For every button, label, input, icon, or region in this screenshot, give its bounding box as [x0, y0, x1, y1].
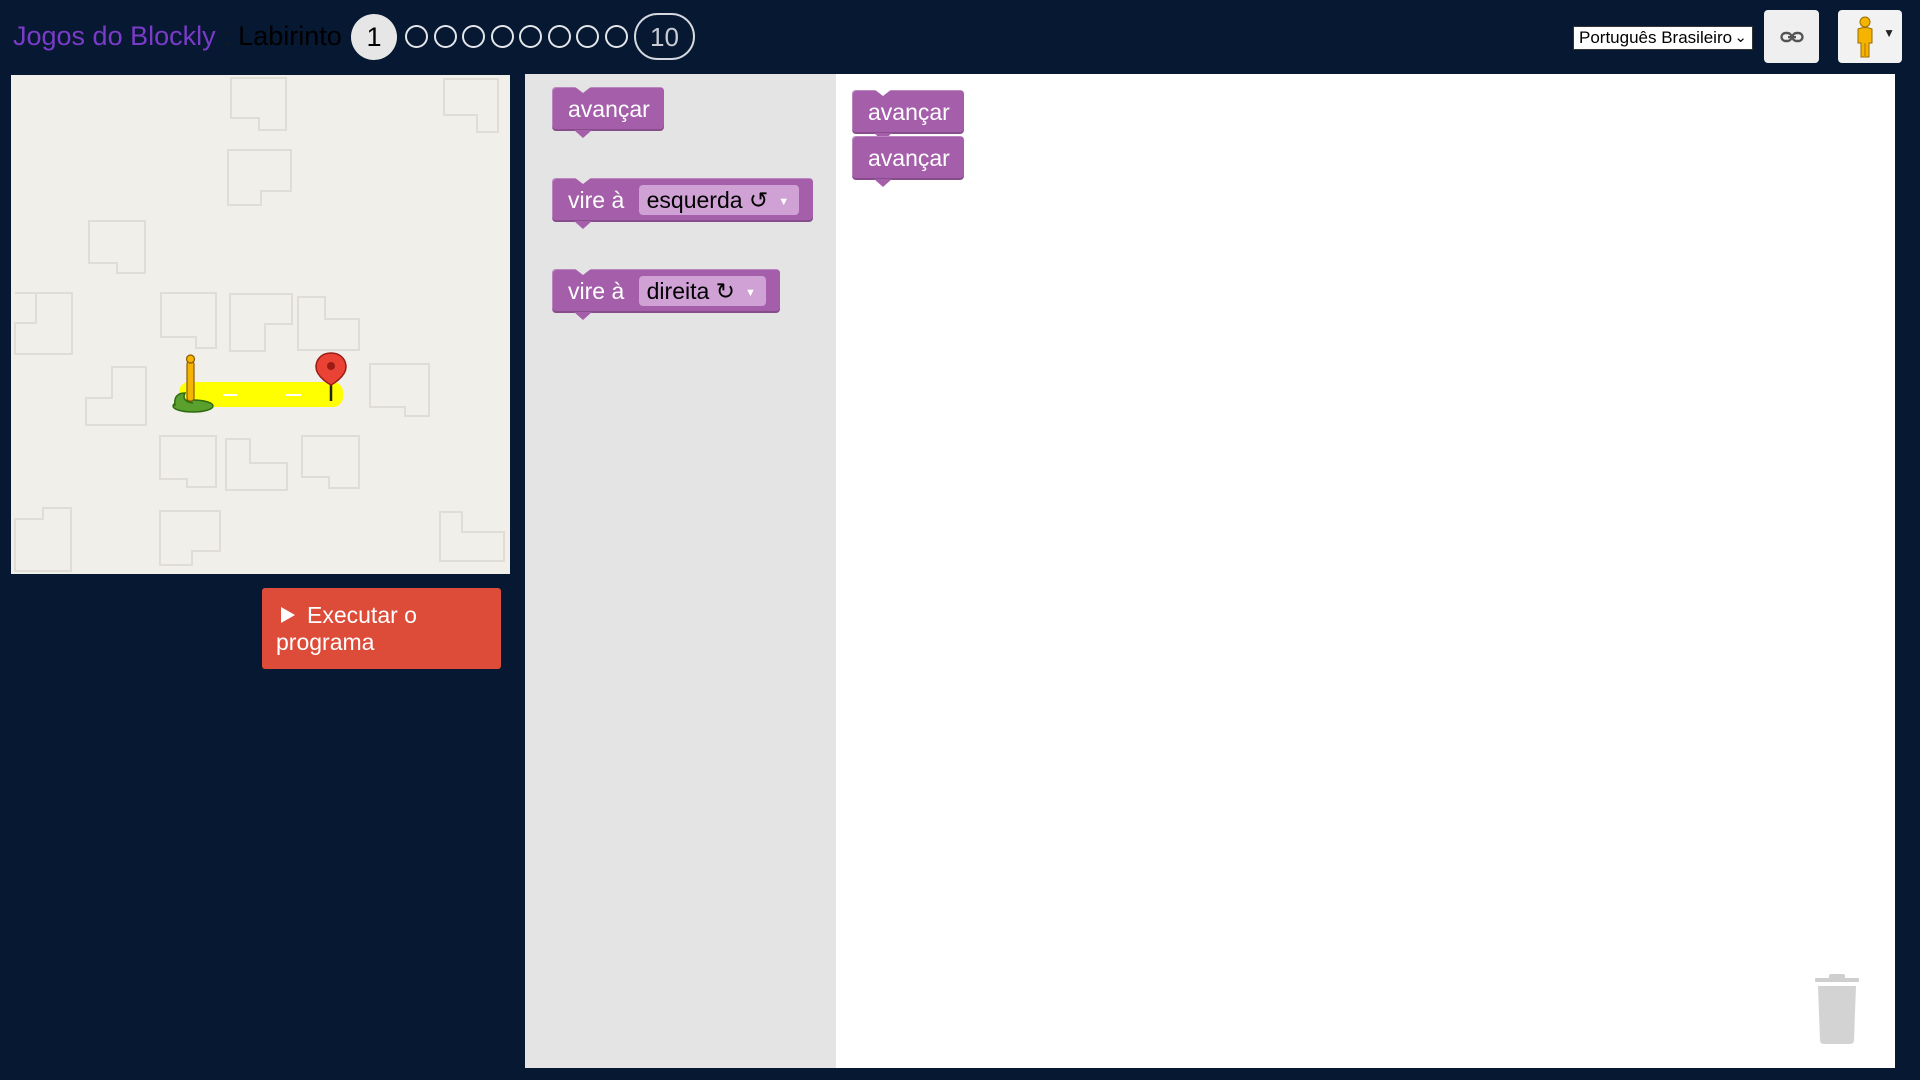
maze-canvas	[11, 75, 510, 574]
direction-dropdown[interactable]: direita ↻ ▼	[638, 275, 766, 306]
workspace-block-move-forward[interactable]: avançar	[852, 136, 964, 187]
workspace-block-move-forward[interactable]: avançar	[852, 89, 964, 141]
level-1-current[interactable]: 1	[351, 14, 397, 60]
block-label: avançar	[868, 145, 950, 171]
level-7-dot[interactable]	[548, 25, 571, 48]
block-label: avançar	[568, 96, 650, 122]
block-notch	[574, 86, 592, 93]
block-label: vire à	[568, 278, 625, 304]
blockly-workspace[interactable]: avançar vire à esquerda ↺ ▼ vire à direit…	[525, 74, 1895, 1068]
maze-path	[179, 382, 343, 407]
level-6-dot[interactable]	[519, 25, 542, 48]
caret-down-icon: ▼	[1883, 26, 1895, 40]
play-icon	[281, 606, 295, 623]
level-5-dot[interactable]	[491, 25, 514, 48]
run-program-label: Executar o programa	[276, 602, 417, 655]
block-label: avançar	[868, 99, 950, 125]
toolbox-block-turn-right[interactable]: vire à direita ↻ ▼	[552, 268, 780, 320]
pegman-start-icon	[172, 354, 214, 413]
level-4-dot[interactable]	[462, 25, 485, 48]
link-button[interactable]	[1764, 10, 1819, 63]
goal-marker-icon	[315, 352, 347, 401]
dropdown-arrow-icon: ▼	[744, 286, 756, 299]
block-label: vire à	[568, 187, 625, 213]
dropdown-arrow-icon: ▼	[778, 195, 790, 208]
block-notch	[574, 177, 592, 184]
direction-dropdown-value: esquerda ↺	[646, 186, 769, 213]
pegman-button[interactable]: ▼	[1838, 10, 1902, 63]
level-2-dot[interactable]	[405, 25, 428, 48]
language-select[interactable]: Português Brasileiro ⌄	[1573, 26, 1753, 50]
trash-icon[interactable]	[1812, 974, 1862, 1044]
pegman-icon	[1857, 16, 1873, 58]
language-selected-value: Português Brasileiro	[1579, 28, 1733, 47]
toolbox-block-turn-left[interactable]: vire à esquerda ↺ ▼	[552, 177, 814, 229]
app-title-link[interactable]: Jogos do Blockly	[13, 21, 216, 51]
direction-dropdown-value: direita ↻	[646, 277, 735, 304]
toolbox-block-move-forward[interactable]: avançar	[552, 86, 664, 138]
level-10[interactable]: 10	[634, 13, 695, 60]
block-notch	[874, 89, 892, 96]
level-9-dot[interactable]	[605, 25, 628, 48]
level-3-dot[interactable]	[434, 25, 457, 48]
link-icon	[1779, 31, 1804, 42]
direction-dropdown[interactable]: esquerda ↺ ▼	[638, 184, 800, 215]
toolbox: avançar vire à esquerda ↺ ▼ vire à direit…	[525, 74, 836, 1068]
page-title: Jogos do Blockly : Labirinto	[13, 18, 342, 54]
block-notch	[574, 268, 592, 275]
level-8-dot[interactable]	[576, 25, 599, 48]
run-program-button[interactable]: Executar o programa	[262, 588, 501, 669]
title-separator: :	[223, 21, 231, 51]
game-name: Labirinto	[238, 21, 342, 51]
chevron-down-icon: ⌄	[1734, 29, 1747, 46]
